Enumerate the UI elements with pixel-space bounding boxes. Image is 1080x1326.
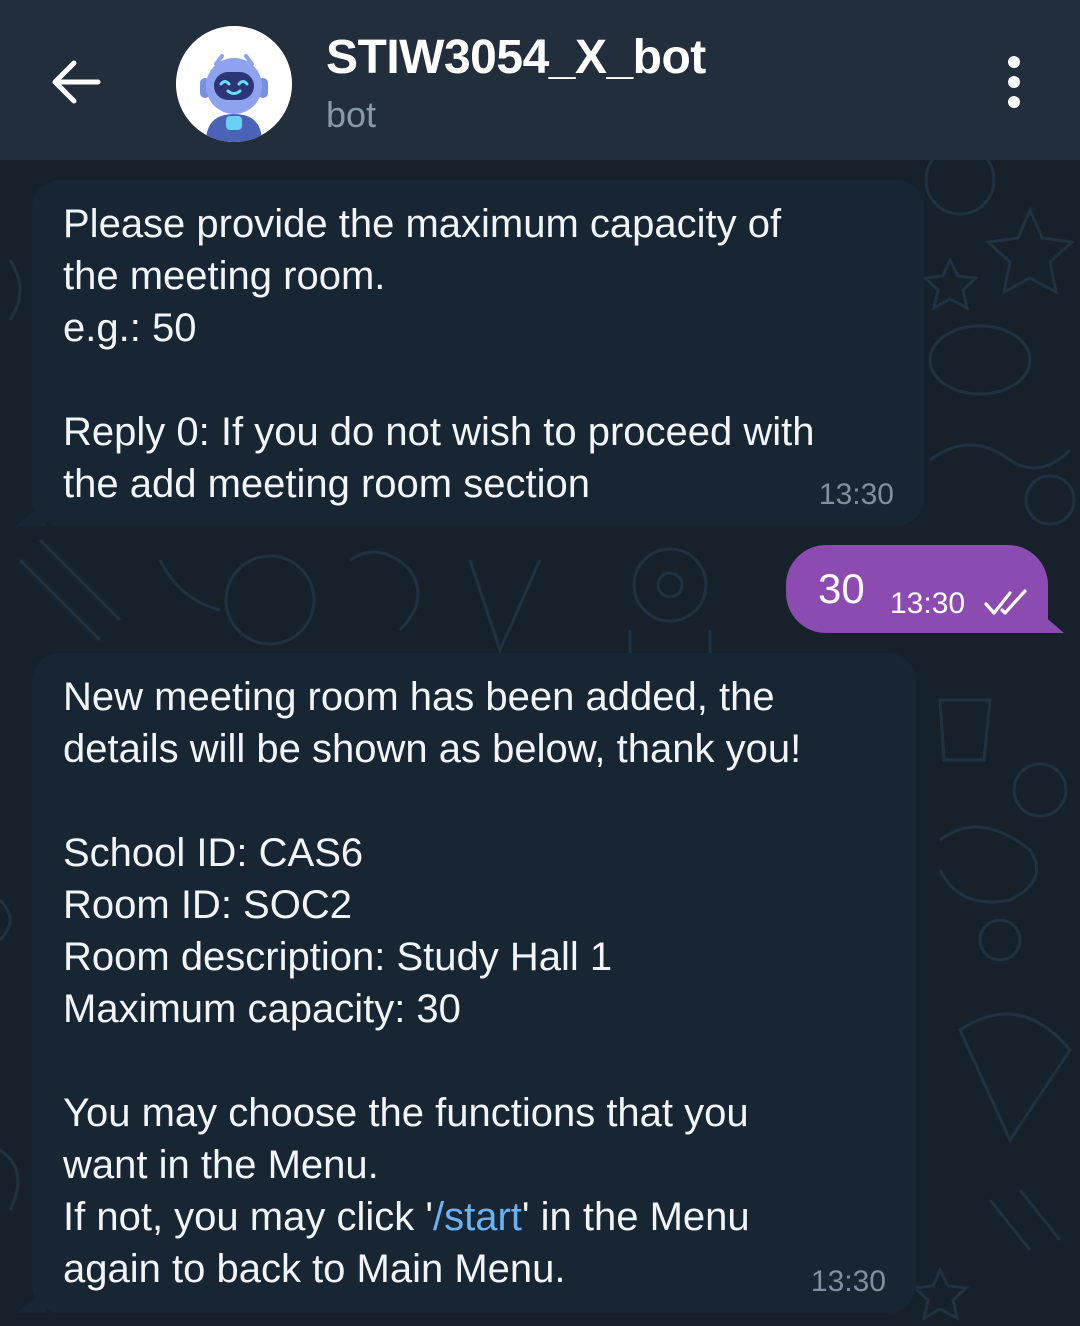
chat-header: STIW3054_X_bot bot [0,0,1080,160]
chat-title[interactable]: STIW3054_X_bot [326,30,706,85]
message-bubble-outgoing[interactable]: 30 13:30 [786,545,1048,633]
message-text: Please provide the maximum capacity of t… [63,202,815,506]
message-text: New meeting room has been added, the det… [63,671,884,1295]
chat-subtitle: bot [326,94,377,135]
start-command-link[interactable]: /start [433,1195,522,1239]
arrow-left-icon [52,60,101,104]
message-text: 30 [818,565,865,612]
message-bubble-incoming[interactable]: Please provide the maximum capacity of t… [32,180,924,526]
double-check-icon [984,589,1027,615]
message-text-part: New meeting room has been added, the det… [63,675,802,1239]
more-vertical-icon[interactable] [994,56,1034,112]
robot-avatar [176,26,292,142]
message-time: 13:30 [890,587,966,620]
back-button[interactable] [44,50,108,114]
message-bubble-incoming[interactable]: New meeting room has been added, the det… [32,653,916,1313]
avatar[interactable] [176,26,292,142]
message-time: 13:30 [818,478,894,511]
message-time: 13:30 [810,1265,886,1298]
